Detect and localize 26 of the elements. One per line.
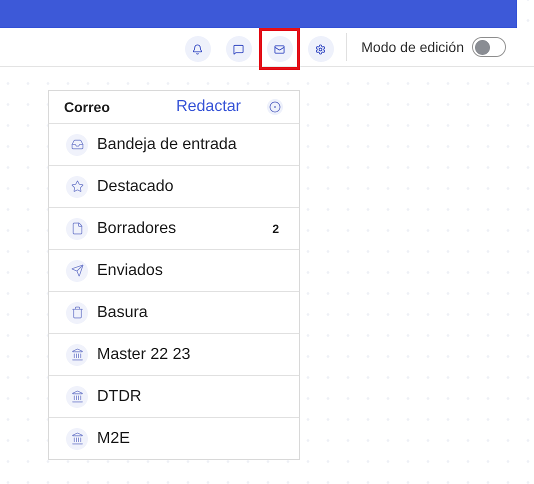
settings-icon bbox=[315, 44, 326, 54]
folder-item[interactable]: Master 22 23 bbox=[49, 334, 299, 376]
building-icon bbox=[66, 428, 88, 450]
folder-item[interactable]: Basura bbox=[49, 292, 299, 334]
menu-title: Correo bbox=[64, 99, 111, 115]
folder-item[interactable]: Destacado bbox=[49, 166, 299, 208]
edit-mode-switch[interactable] bbox=[472, 37, 506, 57]
folder-item[interactable]: Borradores 2 bbox=[49, 208, 299, 250]
building-icon bbox=[66, 344, 88, 366]
inbox-icon bbox=[66, 134, 88, 156]
trash-icon bbox=[66, 302, 88, 324]
edit-mode-label: Modo de edición bbox=[361, 39, 464, 55]
bell-icon bbox=[192, 44, 204, 54]
folder-item[interactable]: DTDR bbox=[49, 376, 299, 418]
settings-icon[interactable] bbox=[267, 99, 283, 115]
mail-button[interactable] bbox=[259, 28, 300, 70]
folder-item[interactable]: M2E bbox=[49, 418, 299, 459]
building-icon bbox=[66, 386, 88, 408]
send-icon bbox=[66, 260, 88, 282]
compose-link[interactable]: Redactar bbox=[176, 98, 241, 116]
file-icon bbox=[66, 218, 88, 240]
folder-item[interactable]: Enviados bbox=[49, 250, 299, 292]
unread-count: 2 bbox=[272, 222, 279, 236]
chat-icon bbox=[233, 44, 244, 54]
folder-item[interactable]: Bandeja de entrada bbox=[49, 124, 299, 166]
mail-icon bbox=[274, 44, 286, 54]
